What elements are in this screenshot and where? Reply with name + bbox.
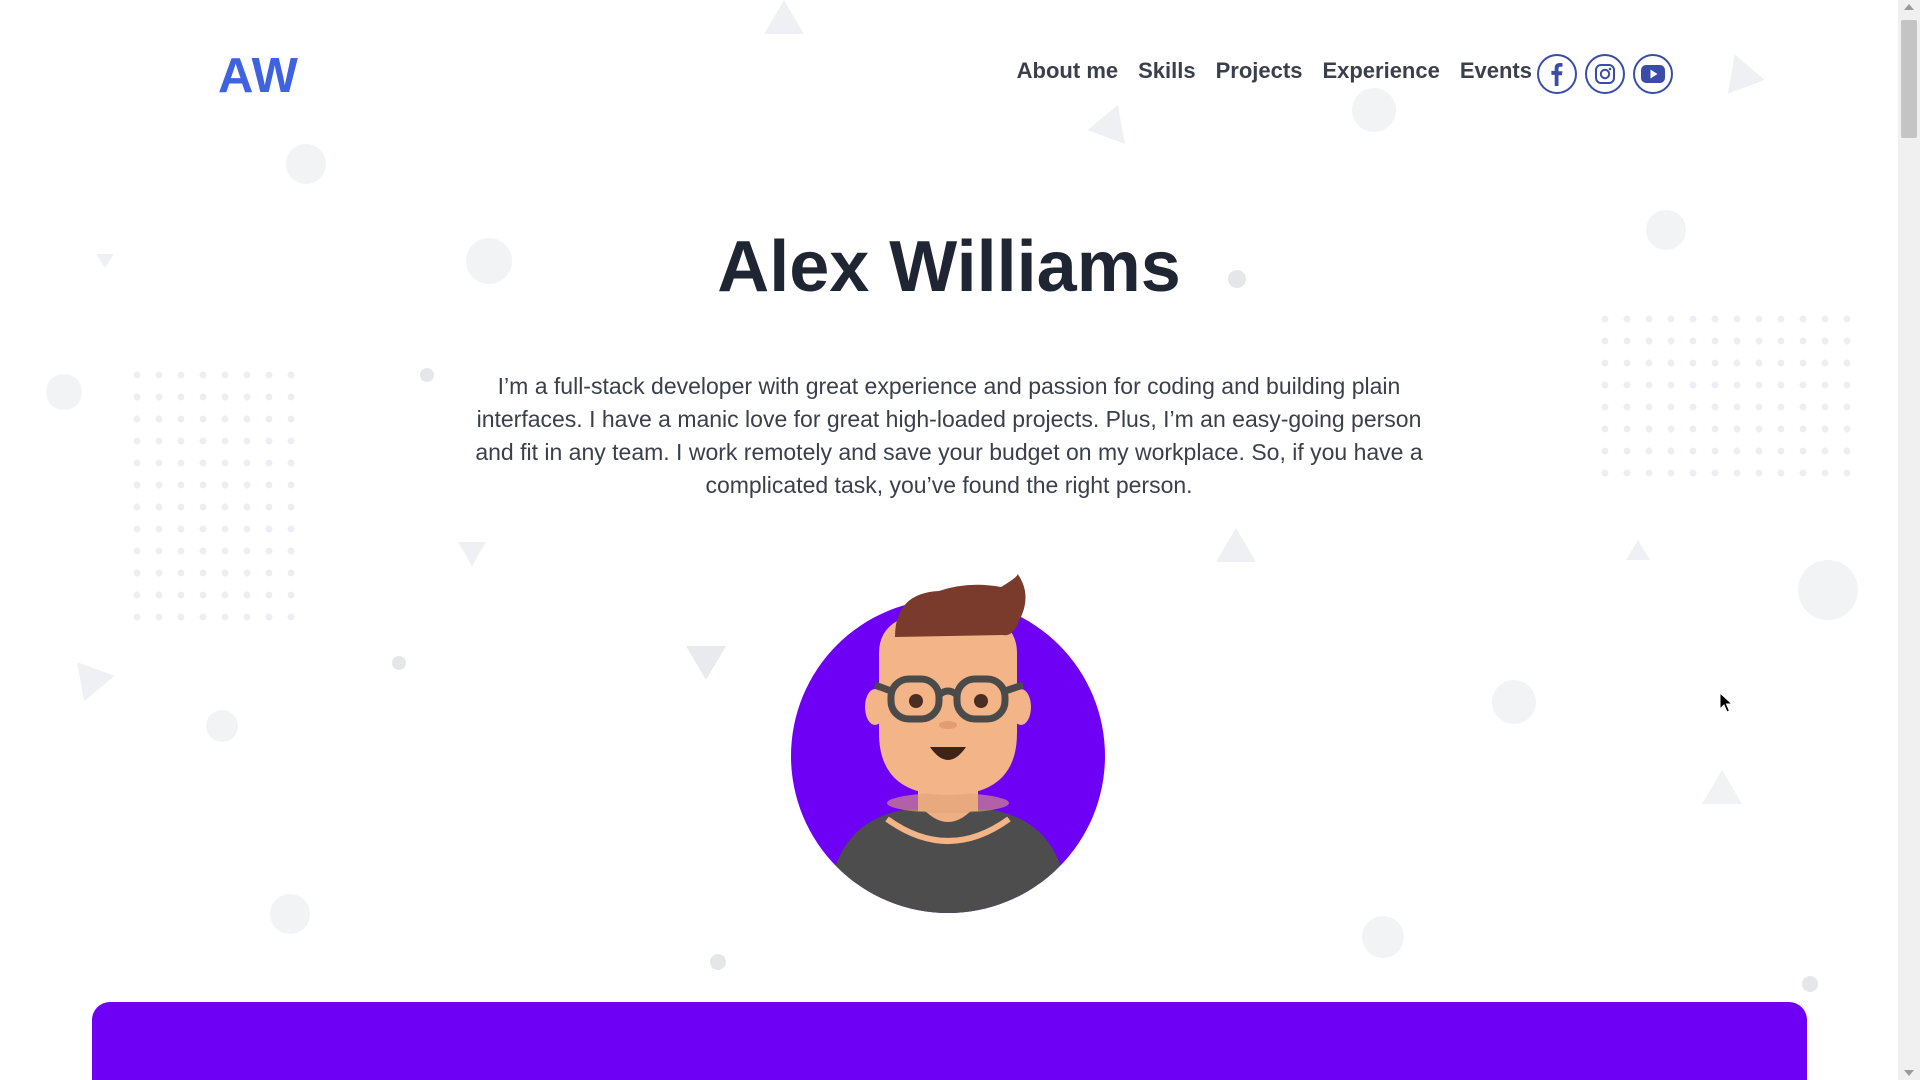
bg-triangle: [1087, 98, 1137, 144]
bg-circle: [1492, 680, 1536, 724]
scroll-down-icon[interactable]: [1904, 1070, 1914, 1076]
bg-triangle: [458, 542, 486, 566]
nav-about-me[interactable]: About me: [1017, 58, 1118, 84]
purple-section: [92, 1002, 1807, 1080]
bg-circle: [270, 894, 310, 934]
bg-triangle: [1702, 770, 1742, 804]
facebook-button[interactable]: [1537, 54, 1577, 94]
bg-circle: [286, 144, 326, 184]
site-logo[interactable]: AW: [218, 48, 299, 104]
nav-events[interactable]: Events: [1460, 58, 1532, 84]
bg-dot: [1802, 976, 1818, 992]
instagram-icon: [1595, 64, 1615, 84]
youtube-button[interactable]: [1633, 54, 1673, 94]
bg-circle: [1798, 560, 1858, 620]
background-decoration: [0, 0, 1920, 1080]
facebook-icon: [1551, 63, 1563, 86]
bg-dot: [392, 656, 406, 670]
mouse-cursor-icon: [1719, 692, 1733, 713]
nav-experience[interactable]: Experience: [1322, 58, 1439, 84]
page-scrollbar[interactable]: [1898, 0, 1920, 1080]
bg-triangle: [1626, 540, 1650, 560]
youtube-icon: [1641, 65, 1665, 83]
bg-dot: [420, 368, 434, 382]
hero-description: I’m a full-stack developer with great ex…: [475, 373, 1423, 498]
bg-triangle: [686, 646, 726, 680]
dot-grid-left: [126, 364, 302, 628]
scroll-up-icon[interactable]: [1904, 4, 1914, 10]
bg-triangle: [1727, 54, 1769, 100]
bg-circle: [206, 710, 238, 742]
instagram-button[interactable]: [1585, 54, 1625, 94]
nav-projects[interactable]: Projects: [1216, 58, 1303, 84]
bg-circle: [1352, 88, 1396, 132]
bg-triangle: [65, 662, 115, 708]
bg-dot: [710, 954, 726, 970]
bg-circle: [46, 374, 82, 410]
scroll-thumb[interactable]: [1901, 20, 1917, 138]
bg-triangle: [1216, 528, 1256, 562]
bg-circle: [1362, 916, 1404, 958]
nav-skills[interactable]: Skills: [1138, 58, 1195, 84]
social-links: [1537, 54, 1673, 94]
portfolio-page: AW About me Skills Projects Experience E…: [0, 0, 1920, 1080]
dot-grid-right: [1594, 308, 1858, 484]
hero-name: Alex Williams: [717, 227, 1181, 307]
developer-avatar-icon: [791, 573, 1105, 913]
bg-triangle: [764, 0, 804, 34]
main-nav: About me Skills Projects Experience Even…: [1017, 58, 1532, 84]
